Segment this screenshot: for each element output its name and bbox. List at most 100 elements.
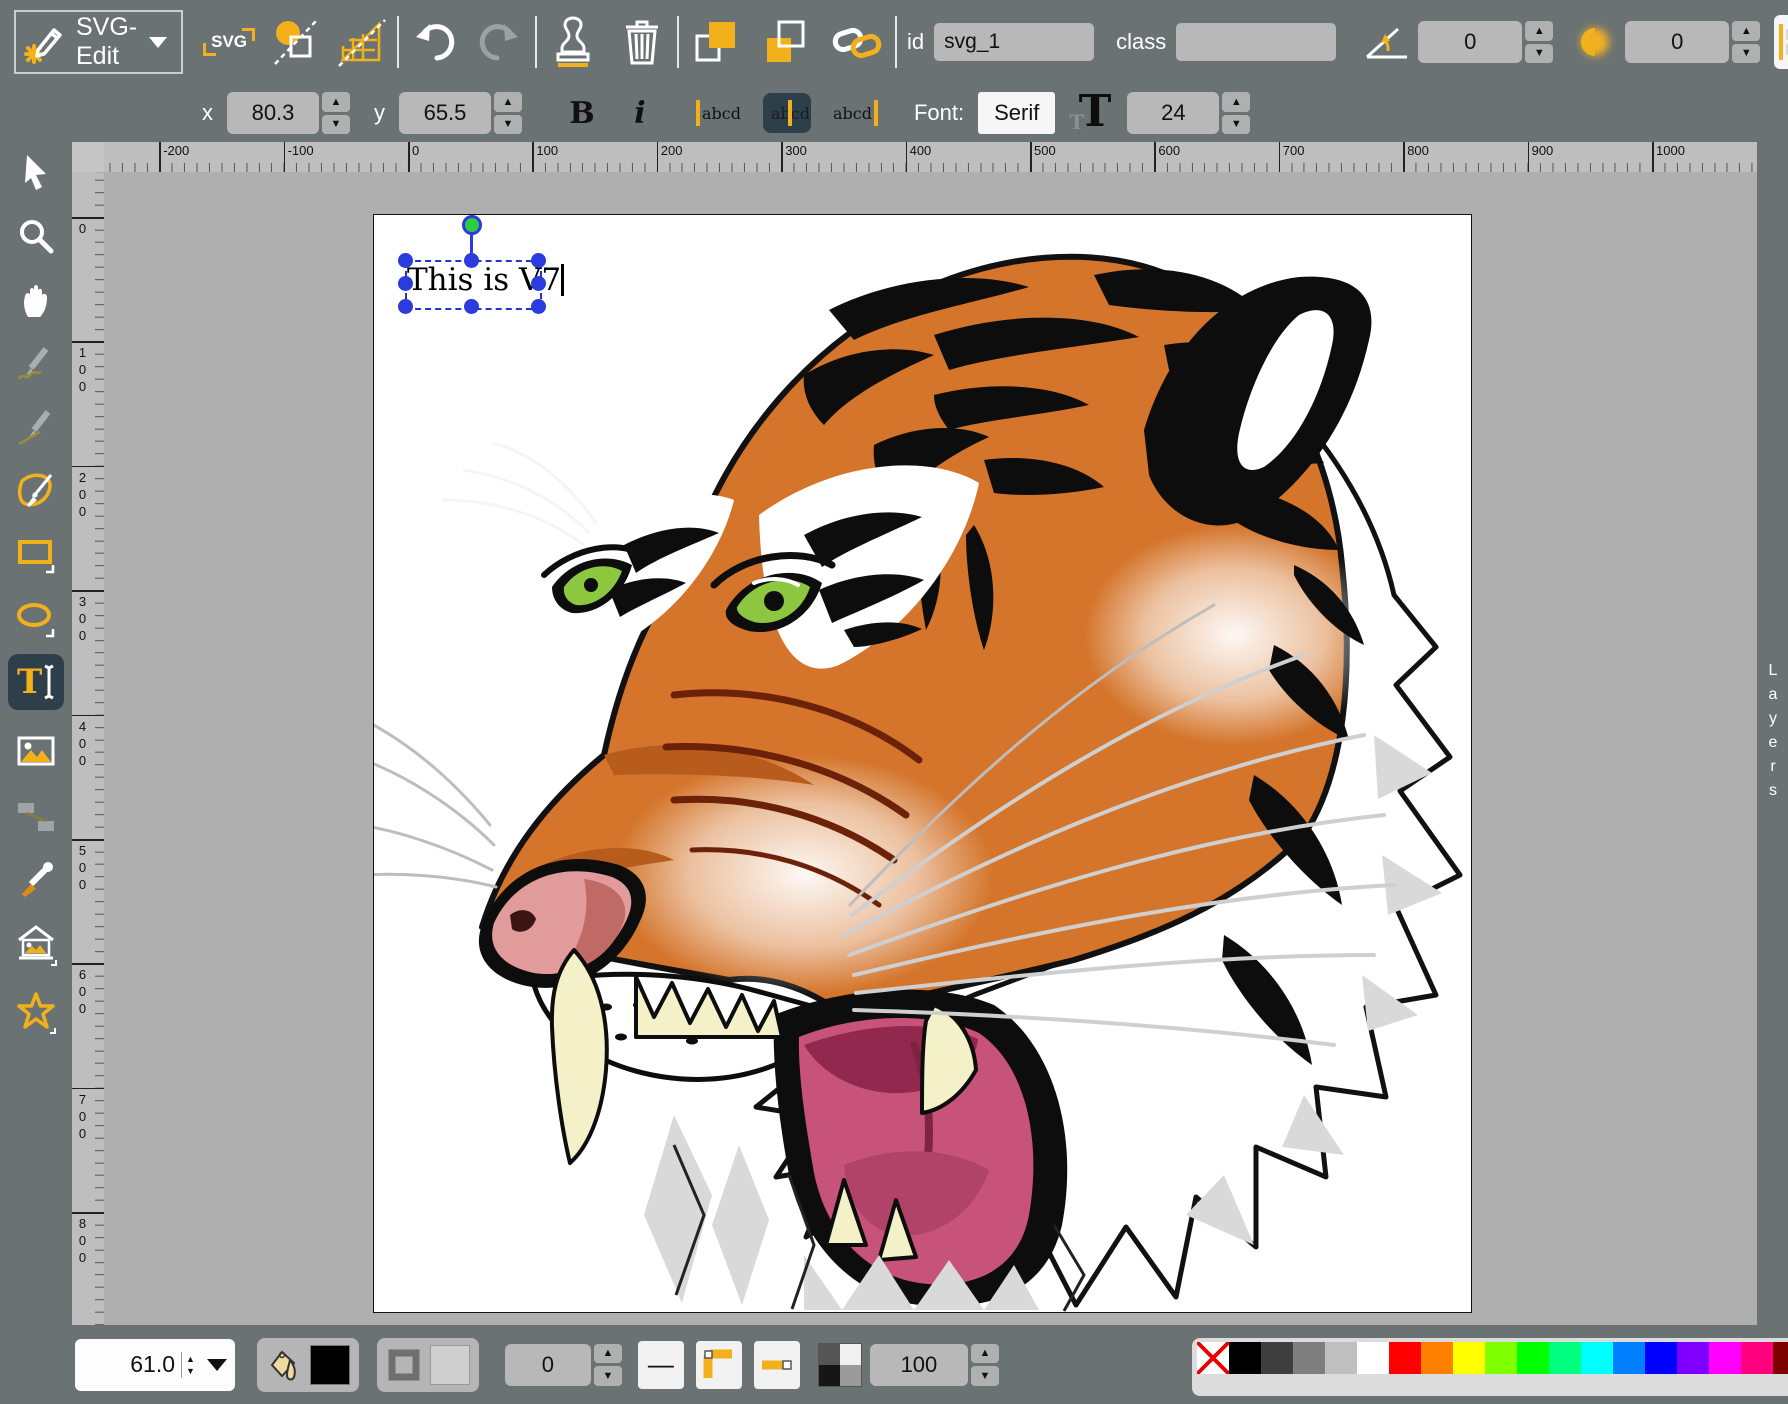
text-anchor-middle-button[interactable]: abcd	[763, 93, 811, 133]
stroke-width-up-button[interactable]: ▲	[594, 1344, 622, 1364]
palette-swatch[interactable]	[1773, 1342, 1788, 1374]
x-up-button[interactable]: ▲	[322, 92, 350, 112]
palette-swatch[interactable]	[1741, 1342, 1773, 1374]
make-link-icon[interactable]	[829, 16, 885, 68]
palette-swatch[interactable]	[1261, 1342, 1293, 1374]
blur-down-button[interactable]: ▼	[1732, 44, 1760, 64]
y-spinner[interactable]: 65.5 ▲ ▼	[399, 92, 522, 134]
rect-tool[interactable]	[14, 532, 58, 576]
opacity-spinner[interactable]: 100 ▲▼	[870, 1344, 999, 1386]
document-properties-icon[interactable]	[269, 16, 321, 68]
blur-spinner[interactable]: 0 ▲ ▼	[1625, 21, 1760, 63]
element-id-input[interactable]	[934, 23, 1094, 61]
palette-swatch[interactable]	[1549, 1342, 1581, 1374]
palette-swatch[interactable]	[1485, 1342, 1517, 1374]
y-value[interactable]: 65.5	[399, 92, 491, 134]
stroke-color-group[interactable]	[377, 1338, 479, 1392]
angle-up-button[interactable]: ▲	[1525, 21, 1553, 41]
resize-handle-sw[interactable]	[398, 299, 413, 314]
opacity-down-button[interactable]: ▼	[971, 1366, 999, 1386]
layers-panel-tab[interactable]: Layers	[1757, 142, 1788, 1325]
palette-swatch[interactable]	[1645, 1342, 1677, 1374]
font-size-value[interactable]: 24	[1127, 92, 1219, 134]
canvas-text-element[interactable]: This is V7	[407, 262, 547, 298]
palette-swatch[interactable]	[1709, 1342, 1741, 1374]
palette-swatch[interactable]	[1453, 1342, 1485, 1374]
edit-source-icon[interactable]: SVG	[203, 28, 255, 56]
stroke-width-down-button[interactable]: ▼	[594, 1366, 622, 1386]
fill-color-swatch[interactable]	[310, 1345, 350, 1385]
svg-page[interactable]: This is V7	[373, 214, 1472, 1313]
resize-handle-nw[interactable]	[398, 253, 413, 268]
blur-up-button[interactable]: ▲	[1732, 21, 1760, 41]
angle-value[interactable]: 0	[1418, 21, 1522, 63]
path-tool[interactable]	[14, 468, 58, 512]
palette-swatch[interactable]	[1581, 1342, 1613, 1374]
delete-trash-icon[interactable]	[617, 17, 667, 67]
align-button[interactable]	[1774, 15, 1788, 69]
clone-stamp-icon[interactable]	[547, 16, 599, 68]
stroke-width-spinner[interactable]: 0 ▲▼	[505, 1344, 622, 1386]
x-value[interactable]: 80.3	[227, 92, 319, 134]
eyedropper-tool[interactable]	[14, 858, 58, 902]
element-class-input[interactable]	[1176, 23, 1336, 61]
palette-swatch[interactable]	[1389, 1342, 1421, 1374]
opacity-value[interactable]: 100	[870, 1344, 968, 1386]
resize-handle-n[interactable]	[464, 253, 479, 268]
shape-library-tool[interactable]	[14, 922, 58, 966]
undo-icon[interactable]	[409, 17, 459, 67]
resize-handle-e[interactable]	[531, 276, 546, 291]
star-tool[interactable]	[14, 990, 58, 1034]
line-tool[interactable]	[14, 406, 58, 450]
connector-tool[interactable]	[14, 794, 58, 838]
stroke-linejoin-button[interactable]	[696, 1341, 742, 1389]
select-tool[interactable]	[14, 150, 58, 194]
blur-value[interactable]: 0	[1625, 21, 1729, 63]
stroke-dash-button[interactable]: —	[638, 1341, 684, 1389]
angle-spinner[interactable]: 0 ▲ ▼	[1418, 21, 1553, 63]
ellipse-tool[interactable]	[14, 596, 58, 640]
move-to-front-icon[interactable]	[689, 16, 741, 68]
zoom-dropdown-icon[interactable]	[207, 1359, 227, 1371]
y-down-button[interactable]: ▼	[494, 115, 522, 135]
x-spinner[interactable]: 80.3 ▲ ▼	[227, 92, 350, 134]
palette-swatch[interactable]	[1325, 1342, 1357, 1374]
font-size-down-button[interactable]: ▼	[1222, 115, 1250, 135]
stroke-linecap-button[interactable]	[754, 1341, 800, 1389]
stroke-color-swatch[interactable]	[430, 1345, 470, 1385]
text-anchor-start-button[interactable]: abcd	[690, 93, 749, 133]
main-menu-button[interactable]: SVG-Edit	[14, 10, 183, 74]
move-to-back-icon[interactable]	[759, 16, 811, 68]
palette-swatch-none[interactable]	[1197, 1342, 1229, 1374]
resize-handle-s[interactable]	[464, 299, 479, 314]
canvas-workspace[interactable]: This is V7	[104, 172, 1757, 1325]
x-down-button[interactable]: ▼	[322, 115, 350, 135]
opacity-up-button[interactable]: ▲	[971, 1344, 999, 1364]
resize-handle-se[interactable]	[531, 299, 546, 314]
angle-down-button[interactable]: ▼	[1525, 44, 1553, 64]
pencil-tool[interactable]	[14, 342, 58, 386]
fill-color-group[interactable]	[257, 1338, 359, 1392]
y-up-button[interactable]: ▲	[494, 92, 522, 112]
tiger-drawing[interactable]	[374, 215, 1471, 1312]
zoom-widget[interactable]: 61.0 ▲▼	[75, 1339, 235, 1391]
zoom-spinner[interactable]: ▲▼	[181, 1352, 199, 1378]
text-anchor-end-button[interactable]: abcd	[825, 93, 884, 133]
palette-swatch[interactable]	[1293, 1342, 1325, 1374]
text-tool[interactable]: T	[8, 654, 64, 710]
stroke-width-value[interactable]: 0	[505, 1344, 591, 1386]
resize-handle-ne[interactable]	[531, 253, 546, 268]
resize-handle-w[interactable]	[398, 276, 413, 291]
rotate-handle[interactable]	[462, 215, 482, 235]
pan-tool[interactable]	[14, 278, 58, 322]
font-family-button[interactable]: Serif	[978, 92, 1055, 134]
font-size-up-button[interactable]: ▲	[1222, 92, 1250, 112]
redo-icon[interactable]	[475, 17, 525, 67]
italic-button[interactable]: i	[618, 91, 662, 135]
image-tool[interactable]	[14, 730, 58, 774]
palette-swatch[interactable]	[1613, 1342, 1645, 1374]
font-size-spinner[interactable]: 24 ▲ ▼	[1127, 92, 1250, 134]
zoom-tool[interactable]	[14, 214, 58, 258]
palette-swatch[interactable]	[1357, 1342, 1389, 1374]
wireframe-mode-icon[interactable]	[335, 16, 387, 68]
